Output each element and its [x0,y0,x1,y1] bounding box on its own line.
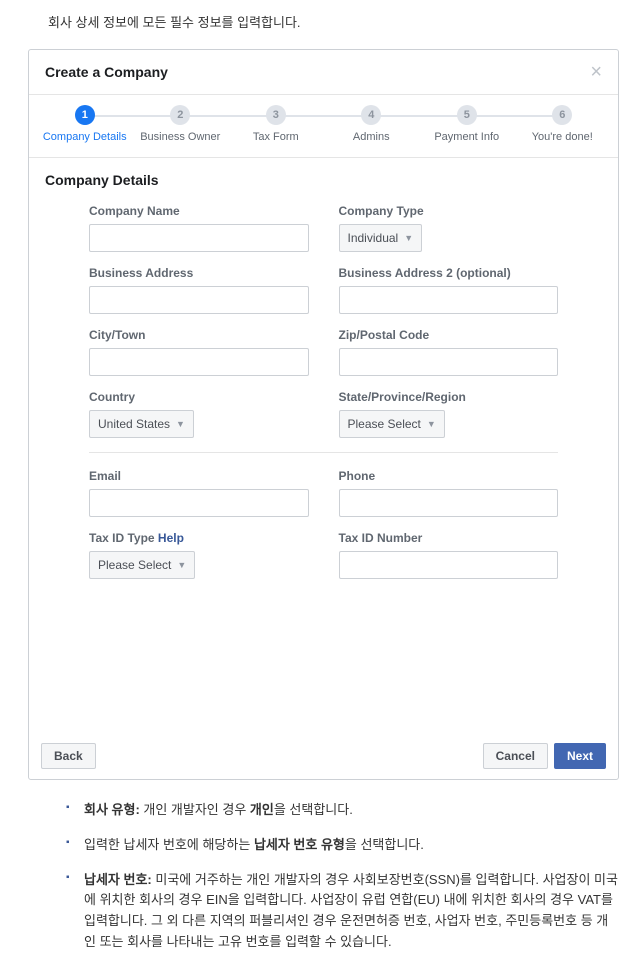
stepper: 1 Company Details 2 Business Owner 3 Tax… [29,95,618,158]
form-divider [89,452,558,453]
tax-id-help-link[interactable]: Help [158,531,184,545]
step-label: Tax Form [228,131,324,143]
business-address2-label: Business Address 2 (optional) [339,266,559,280]
city-town-input[interactable] [89,348,309,376]
step-business-owner[interactable]: 2 Business Owner [133,105,229,143]
business-address-input[interactable] [89,286,309,314]
step-label: Business Owner [133,131,229,143]
section-title: Company Details [29,158,618,198]
step-admins[interactable]: 4 Admins [324,105,420,143]
state-select[interactable]: Please Select ▼ [339,410,445,438]
chevron-down-icon: ▼ [427,419,436,429]
select-value: Please Select [98,558,171,572]
step-payment-info[interactable]: 5 Payment Info [419,105,515,143]
select-value: United States [98,417,170,431]
cancel-button[interactable]: Cancel [483,743,548,769]
tax-id-number-input[interactable] [339,551,559,579]
next-button[interactable]: Next [554,743,606,769]
tax-id-type-label: Tax ID Type Help [89,531,309,545]
close-icon[interactable]: × [590,62,602,82]
company-type-select[interactable]: Individual ▼ [339,224,423,252]
list-item: 입력한 납세자 번호에 해당하는 납세자 번호 유형을 선택합니다. [66,835,619,856]
chevron-down-icon: ▼ [404,233,413,243]
step-tax-form[interactable]: 3 Tax Form [228,105,324,143]
step-label: Company Details [37,131,133,143]
company-name-label: Company Name [89,204,309,218]
step-company-details[interactable]: 1 Company Details [37,105,133,143]
step-circle: 6 [552,105,572,125]
step-circle: 2 [170,105,190,125]
instruction-list: 회사 유형: 개인 개발자인 경우 개인을 선택합니다. 입력한 납세자 번호에… [66,800,619,953]
list-item: 회사 유형: 개인 개발자인 경우 개인을 선택합니다. [66,800,619,821]
tax-id-number-label: Tax ID Number [339,531,559,545]
step-circle: 1 [75,105,95,125]
back-button[interactable]: Back [41,743,96,769]
email-input[interactable] [89,489,309,517]
step-circle: 5 [457,105,477,125]
dialog-title: Create a Company [45,64,168,80]
step-circle: 4 [361,105,381,125]
phone-input[interactable] [339,489,559,517]
zip-label: Zip/Postal Code [339,328,559,342]
list-item: 납세자 번호: 미국에 거주하는 개인 개발자의 경우 사회보장번호(SSN)를… [66,870,619,953]
zip-input[interactable] [339,348,559,376]
step-circle: 3 [266,105,286,125]
dialog-header: Create a Company × [29,50,618,95]
create-company-dialog: Create a Company × 1 Company Details 2 B… [28,49,619,780]
select-value: Individual [348,231,399,245]
city-town-label: City/Town [89,328,309,342]
step-label: Payment Info [419,131,515,143]
phone-label: Phone [339,469,559,483]
form-body: Company Name Company Type Individual ▼ B… [29,198,618,603]
state-label: State/Province/Region [339,390,559,404]
company-type-label: Company Type [339,204,559,218]
step-done[interactable]: 6 You're done! [515,105,611,143]
company-name-input[interactable] [89,224,309,252]
country-label: Country [89,390,309,404]
email-label: Email [89,469,309,483]
step-label: You're done! [515,131,611,143]
chevron-down-icon: ▼ [177,560,186,570]
intro-text: 회사 상세 정보에 모든 필수 정보를 입력합니다. [18,12,619,31]
step-label: Admins [324,131,420,143]
tax-id-type-select[interactable]: Please Select ▼ [89,551,195,579]
chevron-down-icon: ▼ [176,419,185,429]
business-address2-input[interactable] [339,286,559,314]
business-address-label: Business Address [89,266,309,280]
select-value: Please Select [348,417,421,431]
country-select[interactable]: United States ▼ [89,410,194,438]
dialog-footer: Back Cancel Next [29,733,618,779]
